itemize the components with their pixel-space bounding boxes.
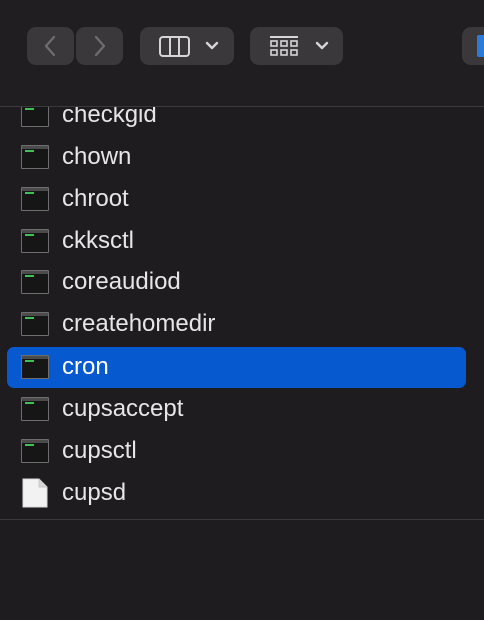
- file-name: ckksctl: [62, 227, 134, 254]
- terminal-exec-icon: [21, 439, 49, 463]
- document-icon: [21, 478, 49, 508]
- view-mode-button[interactable]: [140, 27, 234, 65]
- terminal-exec-icon: [21, 107, 49, 127]
- file-name: coreaudiod: [62, 268, 181, 295]
- finder-toolbar: [0, 0, 484, 107]
- list-item[interactable]: coreaudiod: [7, 262, 466, 303]
- grid-group-icon: [270, 36, 329, 56]
- terminal-exec-icon: [21, 229, 49, 253]
- file-name: chown: [62, 143, 132, 170]
- file-name: createhomedir: [62, 310, 216, 337]
- terminal-exec-icon: [21, 187, 49, 211]
- list-bottom-divider: [0, 519, 484, 520]
- file-name: cron: [62, 353, 109, 380]
- terminal-exec-icon: [21, 145, 49, 169]
- forward-button[interactable]: [76, 27, 123, 65]
- list-item[interactable]: chown: [7, 137, 466, 178]
- list-item[interactable]: cupsctl: [7, 431, 466, 472]
- list-item[interactable]: cupsd: [7, 473, 466, 514]
- chevron-right-icon: [94, 35, 106, 57]
- share-button[interactable]: [462, 27, 484, 65]
- file-name: chroot: [62, 185, 129, 212]
- list-item[interactable]: ckksctl: [7, 221, 466, 262]
- list-item[interactable]: createhomedir: [7, 304, 466, 345]
- terminal-exec-icon: [21, 270, 49, 294]
- file-list: checkgid chown chroot ckksctl coreaudiod…: [0, 107, 484, 519]
- list-item-selected[interactable]: cron: [7, 347, 466, 388]
- terminal-exec-icon: [21, 312, 49, 336]
- chevron-left-icon: [44, 35, 56, 57]
- file-name: cupsd: [62, 479, 127, 506]
- back-button[interactable]: [27, 27, 74, 65]
- list-item[interactable]: chroot: [7, 179, 466, 220]
- file-name: checkgid: [62, 107, 157, 128]
- share-icon: [477, 35, 484, 57]
- file-name: cupsaccept: [62, 395, 184, 422]
- list-item[interactable]: checkgid: [7, 107, 466, 136]
- terminal-exec-icon: [21, 397, 49, 421]
- list-item[interactable]: cupsaccept: [7, 389, 466, 430]
- file-name: cupsctl: [62, 437, 137, 464]
- group-mode-button[interactable]: [250, 27, 343, 65]
- terminal-exec-icon: [21, 355, 49, 379]
- columns-view-icon: [159, 36, 219, 57]
